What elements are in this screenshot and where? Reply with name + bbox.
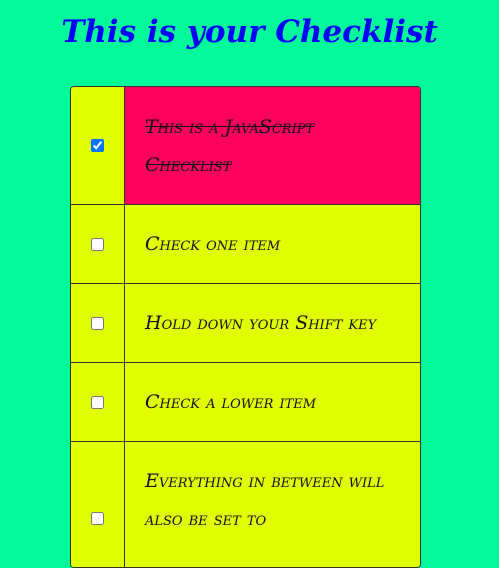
- item-checkbox[interactable]: [91, 139, 104, 152]
- checklist-item: Check a lower item: [71, 363, 420, 442]
- checkbox-cell: [71, 284, 125, 362]
- item-label-cell: Everything in between will also be set t…: [125, 442, 420, 567]
- checkbox-cell: [71, 87, 125, 204]
- item-label-cell: This is a JavaScript Checklist: [125, 87, 420, 204]
- item-label-cell: Check a lower item: [125, 363, 420, 441]
- item-checkbox[interactable]: [91, 238, 104, 251]
- checklist-item: Check one item: [71, 205, 420, 284]
- checklist: This is a JavaScript Checklist Check one…: [70, 86, 421, 568]
- checklist-item: This is a JavaScript Checklist: [71, 87, 420, 205]
- checklist-item: Everything in between will also be set t…: [71, 442, 420, 567]
- item-label: Check one item: [145, 233, 281, 255]
- item-checkbox[interactable]: [91, 396, 104, 409]
- item-label: Hold down your Shift key: [145, 312, 377, 334]
- checklist-item: Hold down your Shift key: [71, 284, 420, 363]
- checkbox-cell: [71, 363, 125, 441]
- item-label: Check a lower item: [145, 391, 317, 413]
- item-checkbox[interactable]: [91, 317, 104, 330]
- page-title: This is your Checklist: [61, 14, 438, 50]
- item-label-cell: Check one item: [125, 205, 420, 283]
- item-label: Everything in between will also be set t…: [145, 470, 385, 530]
- item-label-cell: Hold down your Shift key: [125, 284, 420, 362]
- checkbox-cell: [71, 442, 125, 567]
- item-checkbox[interactable]: [91, 512, 104, 525]
- item-label: This is a JavaScript Checklist: [145, 115, 315, 176]
- checkbox-cell: [71, 205, 125, 283]
